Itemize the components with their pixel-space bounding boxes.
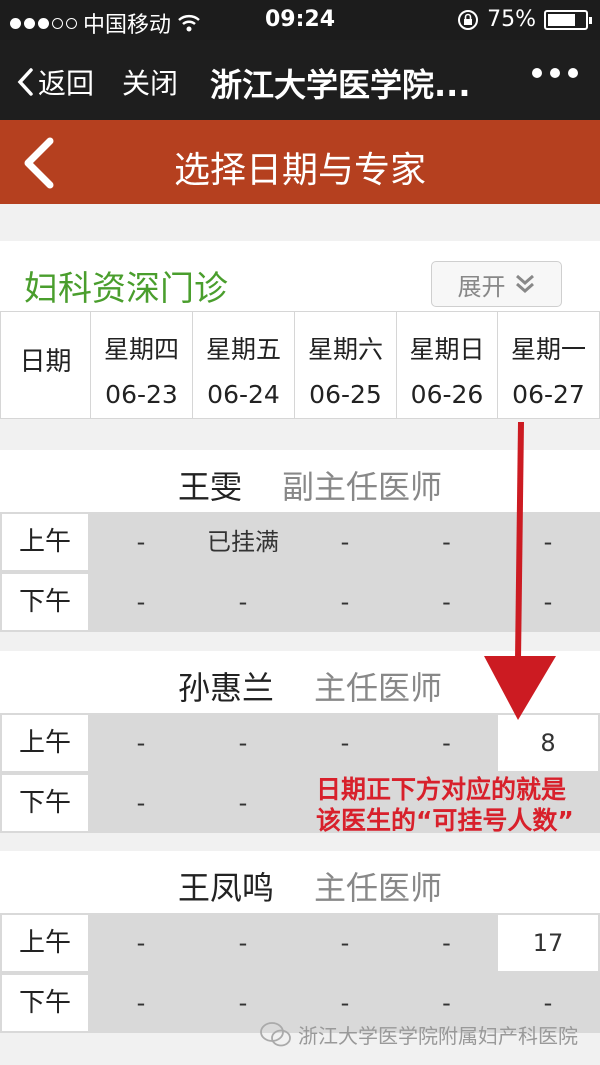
battery-percent: 75% (487, 7, 536, 32)
doctor-name: 王雯 (178, 468, 243, 506)
slot-period-label: 上午 (2, 514, 88, 570)
slot-period-label: 下午 (2, 574, 88, 630)
slot-available-count[interactable]: 17 (498, 915, 598, 971)
wechat-nav-bar: 返回 关闭 浙江大学医学院... (0, 40, 600, 120)
chevron-left-icon (17, 68, 33, 96)
date-column-label: 日期 (0, 311, 91, 419)
doctor-name-row: 王凤鸣 主任医师 (0, 851, 600, 913)
doctor-name: 王凤鸣 (178, 869, 275, 907)
date-column-1[interactable]: 星期五 06-24 (193, 311, 295, 419)
slot-cell: 已挂满 (207, 528, 279, 556)
rotation-lock-icon (458, 9, 479, 30)
page-header: 选择日期与专家 (0, 120, 600, 204)
slot-period-label: 下午 (2, 975, 88, 1031)
slot-row-am: 上午 - - - - 17 (0, 913, 600, 973)
slot-cell: - (136, 789, 146, 817)
date-label: 06-23 (105, 380, 178, 409)
slot-cell: - (136, 929, 146, 957)
slot-cell: - (238, 789, 248, 817)
slot-cell: - (136, 588, 146, 616)
more-options-button[interactable] (532, 68, 578, 78)
back-label: 返回 (38, 67, 95, 100)
date-label: 06-25 (309, 380, 382, 409)
date-label: 06-26 (410, 380, 484, 409)
slot-cell: - (340, 929, 350, 957)
slot-cell: - (340, 729, 350, 757)
annotation-line-1: 日期正下方对应的就是 (316, 775, 567, 804)
wechat-logo-icon (260, 1021, 291, 1046)
slot-cell: - (136, 729, 146, 757)
weekday-label: 星期日 (409, 335, 485, 364)
status-bar: 中国移动 09:24 75% (0, 0, 600, 40)
status-right: 75% (457, 7, 592, 32)
slot-cell: - (442, 929, 451, 957)
doctor-name: 孙惠兰 (178, 669, 275, 707)
slot-cell: - (340, 588, 350, 616)
weekday-label: 星期五 (205, 335, 281, 364)
doctor-rank: 主任医师 (314, 869, 443, 907)
weekday-label: 星期四 (103, 335, 179, 364)
annotation-line-2: 该医生的“可挂号人数” (316, 806, 574, 835)
doctor-rank: 副主任医师 (282, 468, 443, 506)
watermark: 浙江大学医学院附属妇产科医院 (260, 1020, 578, 1049)
date-column-3[interactable]: 星期日 06-26 (397, 311, 498, 419)
expand-label: 展开 (457, 272, 506, 301)
expand-button[interactable]: 展开 (431, 261, 562, 307)
nav-title: 浙江大学医学院... (210, 66, 471, 104)
back-button[interactable]: 返回 (16, 62, 94, 102)
date-column-0[interactable]: 星期四 06-23 (91, 311, 193, 419)
annotation-text: 日期正下方对应的就是 该医生的“可挂号人数” (316, 774, 600, 836)
date-column-4[interactable]: 星期一 06-27 (498, 311, 600, 419)
date-column-2[interactable]: 星期六 06-25 (295, 311, 397, 419)
slot-period-label: 下午 (2, 775, 88, 831)
annotation-arrow (484, 421, 556, 720)
page-title: 选择日期与专家 (173, 150, 426, 191)
slot-cell: - (340, 528, 350, 556)
slot-cell: - (238, 588, 248, 616)
date-label: 06-27 (512, 380, 585, 409)
date-label: 06-24 (207, 380, 280, 409)
doctor-rank: 主任医师 (314, 669, 443, 707)
weekday-label: 星期一 (510, 335, 586, 364)
section-title: 妇科资深门诊 (24, 269, 228, 309)
slot-period-label: 上午 (2, 715, 88, 771)
slot-cell: - (136, 528, 146, 556)
double-chevron-down-icon (515, 274, 534, 293)
watermark-text: 浙江大学医学院附属妇产科医院 (298, 1024, 578, 1048)
slot-period-label: 上午 (2, 915, 88, 971)
slot-cell: - (136, 989, 146, 1017)
close-button[interactable]: 关闭 (122, 62, 178, 102)
weekday-label: 星期六 (307, 335, 383, 364)
slot-cell: - (238, 729, 248, 757)
battery-icon (544, 9, 592, 30)
slot-cell: - (238, 929, 248, 957)
